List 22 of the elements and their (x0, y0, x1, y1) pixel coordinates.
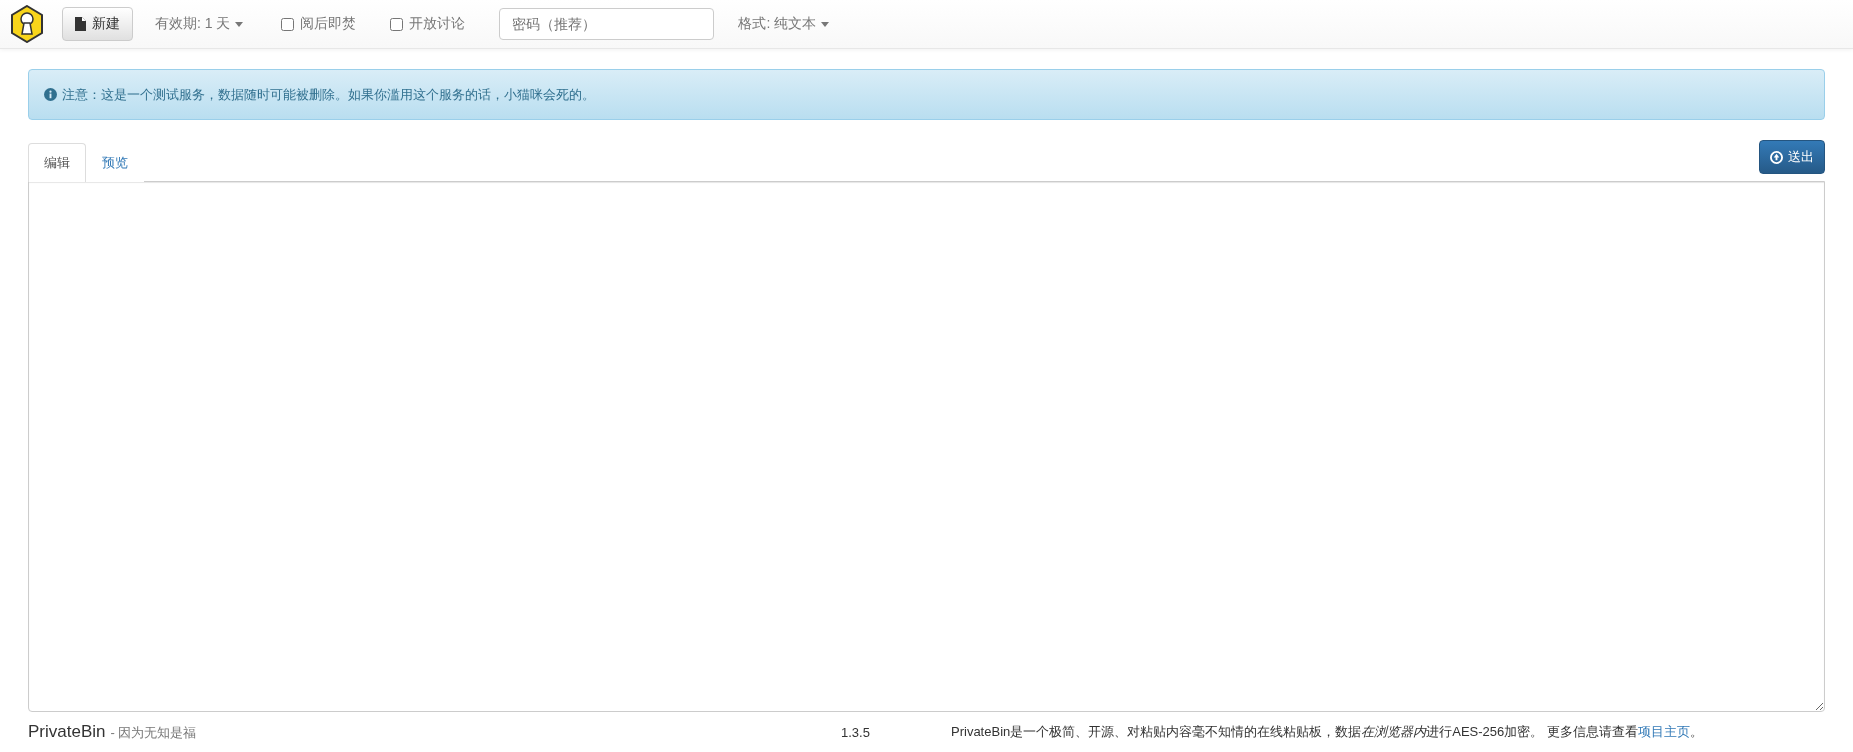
version-text: 1.3.5 (841, 724, 871, 740)
keyhole-logo-icon (10, 5, 44, 43)
caret-icon (235, 21, 244, 27)
project-homepage-link[interactable]: 项目主页 (1637, 724, 1690, 739)
checkbox[interactable] (281, 17, 295, 31)
notice-text: 注意：这是一个测试服务，数据随时可能被删除。如果你滥用这个服务的话，小猫咪会死的。 (62, 85, 595, 104)
caret-icon (821, 21, 830, 27)
send-button[interactable]: 送出 (1759, 140, 1825, 174)
tab[interactable]: 编辑 (28, 143, 86, 182)
info-icon (44, 88, 57, 101)
format-dropdown[interactable]: 格式: 纯文本 (738, 15, 830, 33)
password-field[interactable]: 密码（推荐） (499, 8, 715, 40)
slogan: - 因为无知是福 (110, 724, 197, 742)
document-icon (75, 17, 86, 31)
brand-name: PrivateBin (28, 722, 106, 742)
checkbox[interactable] (390, 17, 404, 31)
new-button[interactable]: 新建 (62, 7, 133, 41)
checkbox-label: 阅后即焚 (300, 15, 357, 33)
expiration-dropdown[interactable]: 有效期: 1 天 (155, 15, 244, 33)
upload-icon (1770, 150, 1783, 164)
footer-info-text: PrivateBin是一个极简、开源、对粘贴内容毫不知情的在线粘贴板，数据在浏览器内进行AES-256加密。 更多信息请查看项目主页。 (951, 723, 1703, 741)
checkbox-label: 开放讨论 (409, 15, 466, 33)
